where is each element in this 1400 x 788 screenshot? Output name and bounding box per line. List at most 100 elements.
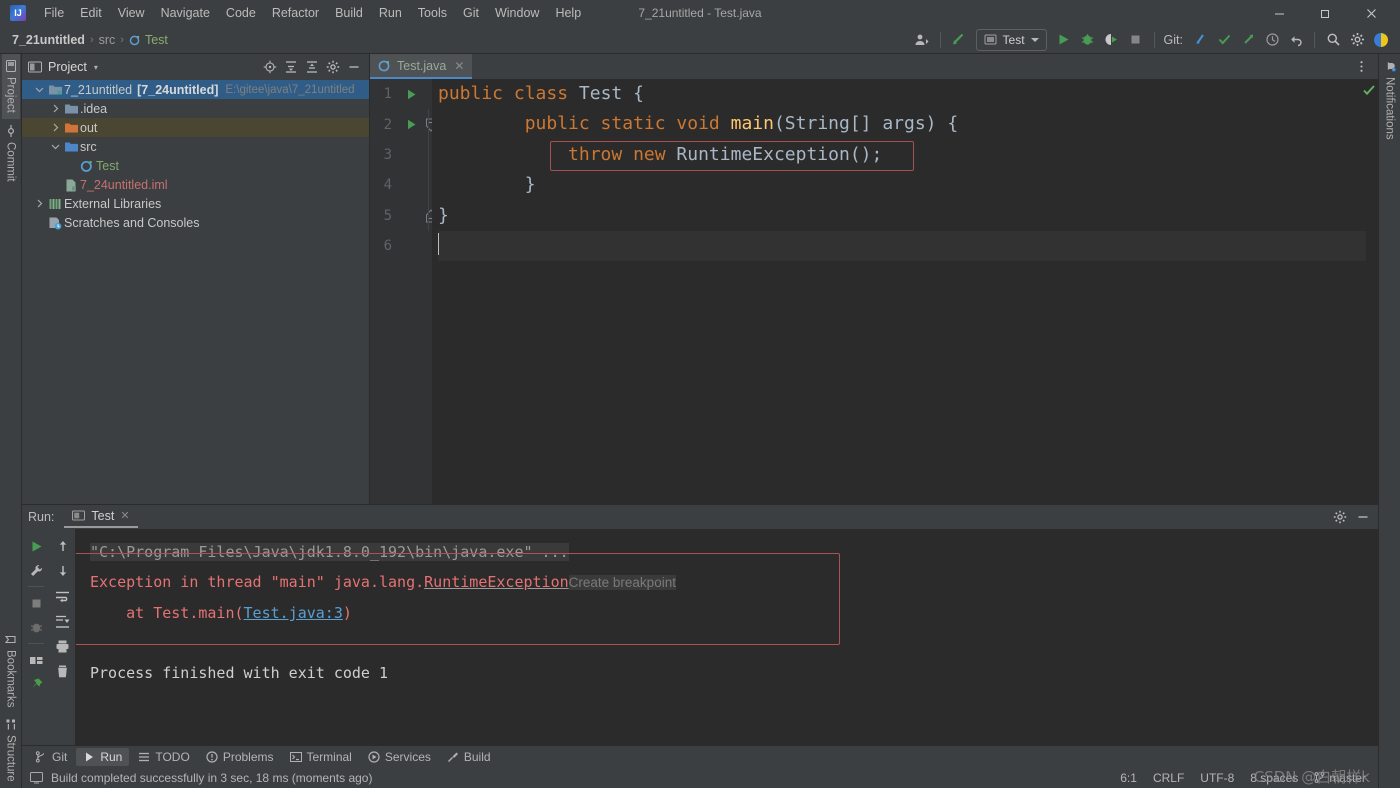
- menu-item-window[interactable]: Window: [487, 3, 547, 23]
- git-commit-icon[interactable]: [1213, 29, 1235, 51]
- editor-scrollbar[interactable]: [1363, 79, 1378, 504]
- git-branch-widget[interactable]: master: [1314, 771, 1366, 785]
- tree-node-out[interactable]: out: [22, 118, 369, 137]
- modify-run-config-icon[interactable]: [25, 559, 47, 581]
- project-tree[interactable]: 7_21untitled [7_24untitled] E:\gitee\java\…: [22, 80, 369, 504]
- hide-panel-icon[interactable]: [344, 58, 363, 77]
- git-update-icon[interactable]: [1189, 29, 1211, 51]
- run-with-coverage-button[interactable]: [1101, 29, 1123, 51]
- chevron-right-icon[interactable]: [32, 199, 46, 208]
- menu-item-view[interactable]: View: [110, 3, 153, 23]
- run-class-gutter-icon[interactable]: [400, 79, 422, 109]
- sidebar-item-notifications[interactable]: Notifications: [1381, 54, 1399, 146]
- breadcrumb-item-7-21untitled[interactable]: 7_21untitled: [8, 31, 89, 49]
- search-everywhere-icon[interactable]: [1322, 29, 1344, 51]
- project-settings-gear-icon[interactable]: [323, 58, 342, 77]
- minimize-button[interactable]: [1256, 0, 1302, 26]
- close-icon[interactable]: ✕: [454, 59, 464, 73]
- tool-window-tab-terminal[interactable]: Terminal: [283, 748, 359, 766]
- layout-settings-icon[interactable]: [25, 649, 47, 671]
- menu-item-file[interactable]: File: [36, 3, 72, 23]
- chevron-down-icon[interactable]: [48, 142, 62, 151]
- tool-window-tab-build[interactable]: Build: [440, 748, 498, 766]
- menu-item-run[interactable]: Run: [371, 3, 410, 23]
- maximize-button[interactable]: [1302, 0, 1348, 26]
- breadcrumb-item-src[interactable]: src: [95, 31, 120, 49]
- tree-node-src[interactable]: src: [22, 137, 369, 156]
- inspection-ok-icon[interactable]: [1362, 83, 1376, 97]
- rollback-icon[interactable]: [1285, 29, 1307, 51]
- close-button[interactable]: [1348, 0, 1394, 26]
- rerun-icon[interactable]: [25, 535, 47, 557]
- menu-item-code[interactable]: Code: [218, 3, 264, 23]
- tool-window-tab-services[interactable]: Services: [361, 748, 438, 766]
- down-arrow-icon[interactable]: [52, 560, 74, 582]
- sidebar-item-bookmarks[interactable]: Bookmarks: [2, 628, 20, 714]
- tree-node-7-21untitled[interactable]: 7_21untitled [7_24untitled] E:\gitee\java\…: [22, 80, 369, 99]
- code-content[interactable]: public class Test { public static void m…: [428, 79, 1366, 504]
- tree-node--idea[interactable]: .idea: [22, 99, 369, 118]
- chevron-down-icon[interactable]: [32, 85, 46, 94]
- caret-position[interactable]: 6:1: [1120, 771, 1137, 785]
- tool-window-tab-todo[interactable]: TODO: [131, 748, 196, 766]
- soft-wrap-icon[interactable]: [52, 585, 74, 607]
- sidebar-item-structure[interactable]: Structure: [2, 713, 20, 788]
- sidebar-item-project[interactable]: Project: [1, 54, 20, 119]
- create-breakpoint-link[interactable]: Create breakpoint: [568, 575, 676, 590]
- menu-item-build[interactable]: Build: [327, 3, 371, 23]
- account-icon[interactable]: [911, 29, 933, 51]
- history-icon[interactable]: [1261, 29, 1283, 51]
- line-separator[interactable]: CRLF: [1153, 771, 1184, 785]
- print-icon[interactable]: [52, 635, 74, 657]
- clear-all-icon[interactable]: [52, 660, 74, 682]
- scroll-to-end-icon[interactable]: [52, 610, 74, 632]
- indent-setting[interactable]: 8 spaces: [1250, 771, 1298, 785]
- chevron-right-icon[interactable]: [48, 104, 62, 113]
- ide-assistant-icon[interactable]: [1370, 29, 1392, 51]
- settings-icon[interactable]: [1346, 29, 1368, 51]
- editor-gutter[interactable]: 1 2 3 4 5 6: [370, 79, 436, 504]
- tab-test-java[interactable]: Test.java ✕: [370, 54, 473, 79]
- git-push-icon[interactable]: [1237, 29, 1259, 51]
- sidebar-item-commit[interactable]: Commit: [2, 119, 20, 188]
- collapse-all-icon[interactable]: [302, 58, 321, 77]
- stop-process-icon[interactable]: [25, 592, 47, 614]
- run-panel-settings-gear-icon[interactable]: [1330, 508, 1349, 527]
- tree-node-external-libraries[interactable]: External Libraries: [22, 194, 369, 213]
- run-configuration-selector[interactable]: Test: [975, 28, 1047, 51]
- run-button[interactable]: [1053, 29, 1075, 51]
- more-options-icon[interactable]: [1350, 56, 1372, 78]
- code-editor[interactable]: 123456 public class Test {public static…: [370, 79, 1378, 504]
- tree-node-scratches-and-consoles[interactable]: Scratches and Consoles: [22, 213, 369, 232]
- breadcrumb-item-test[interactable]: Test: [125, 31, 172, 49]
- menu-item-edit[interactable]: Edit: [72, 3, 110, 23]
- chevron-right-icon[interactable]: [48, 123, 62, 132]
- menu-item-refactor[interactable]: Refactor: [264, 3, 327, 23]
- up-arrow-icon[interactable]: [52, 535, 74, 557]
- close-icon[interactable]: ✕: [120, 509, 129, 522]
- stack-file-link[interactable]: Test.java:3: [244, 604, 343, 622]
- run-method-gutter-icon[interactable]: [400, 109, 422, 139]
- console-output[interactable]: "C:\Program Files\Java\jdk1.8.0_192\bin\…: [76, 529, 1378, 745]
- tree-node-7-24untitled-iml[interactable]: 7_24untitled.iml: [22, 175, 369, 194]
- select-opened-file-icon[interactable]: [260, 58, 279, 77]
- tree-node-test[interactable]: Test: [22, 156, 369, 175]
- hide-run-panel-icon[interactable]: [1353, 508, 1372, 527]
- debug-process-icon[interactable]: [25, 616, 47, 638]
- debug-button[interactable]: [1077, 29, 1099, 51]
- menu-item-git[interactable]: Git: [455, 3, 487, 23]
- tool-window-tab-problems[interactable]: Problems: [199, 748, 281, 766]
- exception-type-link[interactable]: RuntimeException: [424, 573, 569, 591]
- run-tab-test[interactable]: Test ✕: [64, 507, 138, 528]
- tool-window-tab-git[interactable]: Git: [28, 748, 74, 766]
- file-encoding[interactable]: UTF-8: [1200, 771, 1234, 785]
- menu-item-tools[interactable]: Tools: [410, 3, 455, 23]
- chevron-down-icon[interactable]: ▾: [94, 63, 98, 72]
- menu-item-navigate[interactable]: Navigate: [153, 3, 218, 23]
- menu-item-help[interactable]: Help: [547, 3, 589, 23]
- expand-all-icon[interactable]: [281, 58, 300, 77]
- pin-tab-icon[interactable]: [25, 673, 47, 695]
- stop-button[interactable]: [1125, 29, 1147, 51]
- tool-window-tab-run[interactable]: Run: [76, 747, 130, 766]
- update-project-icon[interactable]: [948, 29, 970, 51]
